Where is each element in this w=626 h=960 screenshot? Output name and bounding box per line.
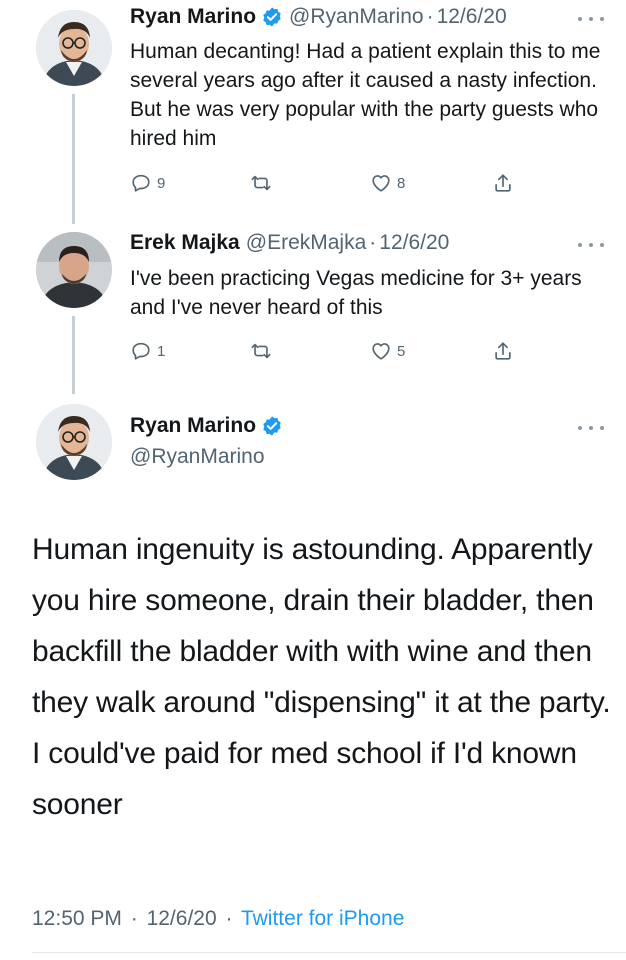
tweet-actions: 1 5 <box>130 340 530 366</box>
thread-connector-line <box>72 316 75 394</box>
tweet-time[interactable]: 12:50 PM <box>32 907 122 930</box>
author-name[interactable]: Erek Majka <box>130 231 240 255</box>
thread-connector-line <box>72 94 75 224</box>
retweet-icon <box>251 343 271 359</box>
heart-icon <box>372 175 390 192</box>
heart-icon <box>372 343 390 360</box>
tweet-date[interactable]: 12/6/20 <box>437 5 507 29</box>
main-tweet-text: Human ingenuity is astounding. Apparentl… <box>32 533 611 821</box>
reply-button[interactable]: 9 <box>130 172 165 194</box>
avatar-ryan-marino[interactable] <box>36 10 112 86</box>
like-button[interactable]: 5 <box>370 340 405 362</box>
retweet-button[interactable] <box>250 172 277 194</box>
separator-dot: · <box>225 907 233 930</box>
more-options-icon[interactable] <box>578 14 604 24</box>
separator-dot: · <box>130 907 138 930</box>
verified-badge-icon <box>261 6 283 28</box>
like-count: 5 <box>397 342 406 360</box>
tweet-header: Erek Majka @ErekMajka · 12/6/20 <box>130 231 449 255</box>
like-button[interactable]: 8 <box>370 172 405 194</box>
author-handle[interactable]: @RyanMarino <box>130 445 265 469</box>
tweet-date[interactable]: 12/6/20 <box>147 907 217 930</box>
tweet-date[interactable]: 12/6/20 <box>379 231 449 255</box>
reply-count: 1 <box>157 342 166 360</box>
like-count: 8 <box>397 174 406 192</box>
tweet-source-link[interactable]: Twitter for iPhone <box>241 907 404 930</box>
tweet-text: Human decanting! Had a patient explain t… <box>130 40 601 150</box>
author-name[interactable]: Ryan Marino <box>130 5 256 29</box>
separator-dot: · <box>426 5 434 28</box>
tweet-metadata: 12:50 PM · 12/6/20 · Twitter for iPhone <box>32 907 404 931</box>
author-handle[interactable]: @ErekMajka <box>246 231 367 255</box>
tweet-text: I've been practicing Vegas medicine for … <box>130 267 582 319</box>
share-icon <box>495 342 511 360</box>
more-options-icon[interactable] <box>578 240 604 250</box>
author-name[interactable]: Ryan Marino <box>130 414 256 438</box>
reply-count: 9 <box>157 174 166 192</box>
reply-icon <box>132 342 150 360</box>
main-author-name-row: Ryan Marino <box>130 414 283 438</box>
share-button[interactable] <box>492 172 514 194</box>
share-button[interactable] <box>492 340 514 362</box>
divider <box>32 952 626 953</box>
reply-icon <box>132 174 150 192</box>
verified-badge-icon <box>261 415 283 437</box>
retweet-icon <box>251 175 271 191</box>
reply-button[interactable]: 1 <box>130 340 165 362</box>
retweet-button[interactable] <box>250 340 277 362</box>
more-options-icon[interactable] <box>578 423 604 433</box>
avatar-ryan-marino[interactable] <box>36 404 112 480</box>
tweet-header: Ryan Marino @RyanMarino · 12/6/20 <box>130 5 507 29</box>
tweet-actions: 9 8 <box>130 172 530 198</box>
separator-dot: · <box>369 231 377 254</box>
avatar-erek-majka[interactable] <box>36 232 112 308</box>
share-icon <box>495 174 511 192</box>
author-handle[interactable]: @RyanMarino <box>289 5 424 29</box>
